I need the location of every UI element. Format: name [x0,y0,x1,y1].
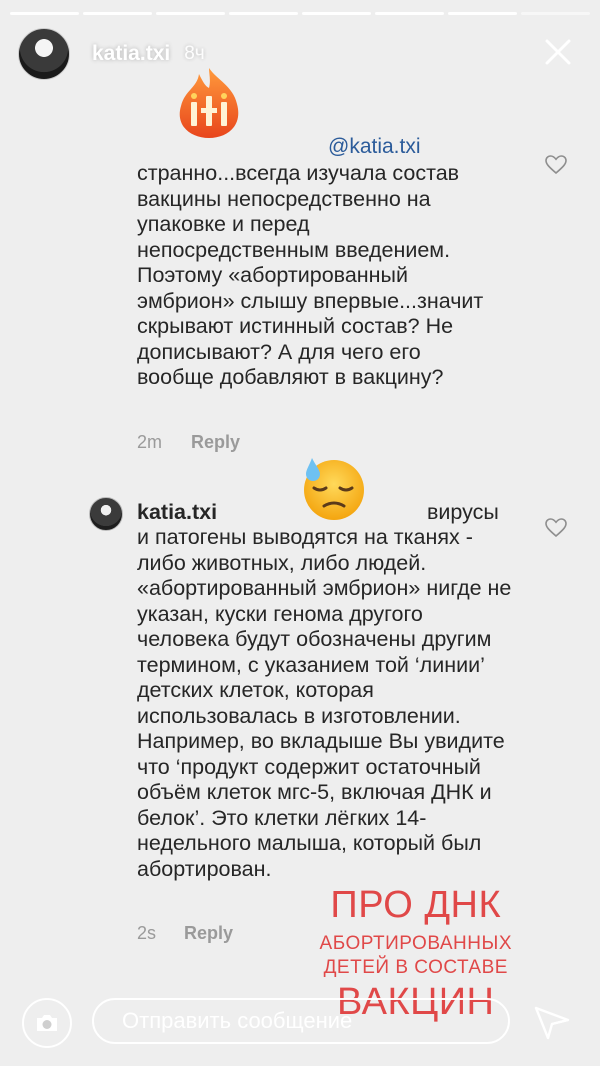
close-icon[interactable] [538,32,578,72]
progress-segment [83,12,152,15]
overlay-line: АБОРТИРОВАННЫХ [319,933,512,954]
progress-segment [156,12,225,15]
story-username[interactable]: katia.txi [92,42,170,66]
story-progress-bar [10,12,590,15]
reply-button[interactable]: Reply [184,923,233,944]
comment-text: и патогены выводятся на тканях - либо жи… [137,525,512,881]
heart-icon[interactable] [545,518,567,538]
comment-username[interactable]: katia.txi [137,500,217,525]
comment-mention[interactable]: @katia.txi [328,135,421,159]
progress-segment [302,12,371,15]
story-time: 8ч [184,43,205,64]
reply-button[interactable]: Reply [191,432,240,453]
comment-age: 2m [137,432,163,452]
comment-text: странно...всегда изучала состав вакцины … [137,161,484,389]
story-reply-bar: Отправить сообщение [0,988,600,1052]
avatar[interactable] [18,28,70,80]
overlay-line: ПРО ДНК [330,884,502,926]
progress-segment [10,12,79,15]
progress-segment [375,12,444,15]
camera-button[interactable] [22,998,72,1048]
overlay-line: ДЕТЕЙ В СОСТАВЕ [323,957,508,978]
progress-segment [448,12,517,15]
send-icon[interactable] [530,1000,574,1044]
progress-segment-active [521,12,590,15]
heart-icon[interactable] [545,155,567,175]
comment-age: 2s [137,923,157,943]
story-header: katia.txi 8ч [18,24,582,84]
sad-sweat-emoji [304,458,364,520]
progress-segment [229,12,298,15]
message-input[interactable]: Отправить сообщение [92,998,510,1044]
camera-icon [37,1015,57,1031]
avatar[interactable] [89,497,123,531]
lit-fire-sticker [179,68,239,138]
comment-text-start: вирусы [427,500,499,524]
